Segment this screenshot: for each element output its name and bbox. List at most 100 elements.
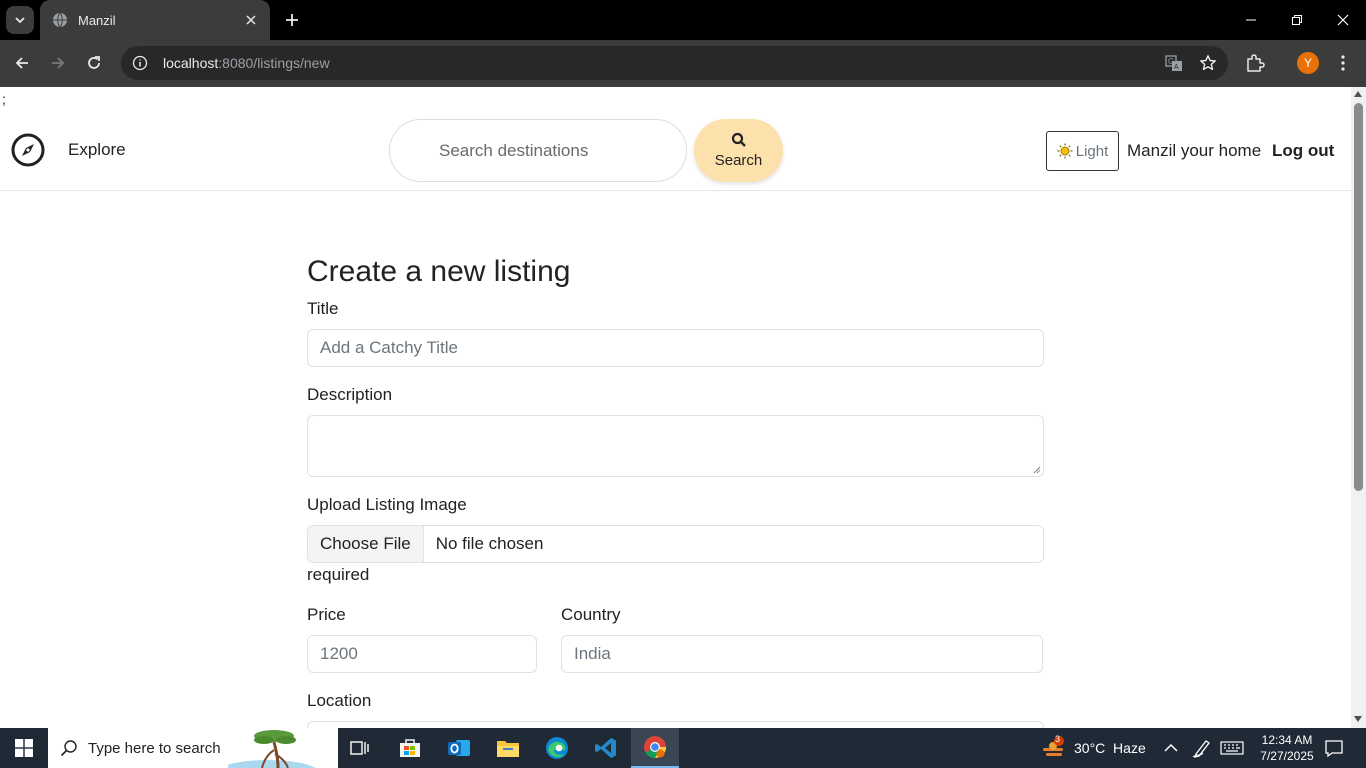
search-icon [731, 132, 746, 147]
site-navbar: Explore Search destinations Search Light… [0, 104, 1351, 191]
title-label: Title [307, 299, 339, 318]
new-tab-button[interactable] [280, 8, 304, 32]
windows-logo-icon [15, 739, 33, 757]
image-required-note: required [307, 565, 370, 584]
plus-icon [286, 14, 298, 26]
forward-button[interactable] [45, 50, 71, 76]
weather-icon [1043, 736, 1064, 756]
puzzle-icon [1247, 54, 1265, 72]
svg-text:A: A [1174, 64, 1179, 71]
close-icon [246, 15, 256, 25]
translate-icon[interactable]: GA [1164, 53, 1184, 73]
reload-icon [88, 56, 100, 69]
taskbar-search-placeholder: Type here to search [88, 739, 221, 757]
close-window-button[interactable] [1320, 0, 1366, 40]
search-highlight-illustration-icon [228, 730, 316, 768]
browser-tab[interactable]: Manzil [40, 0, 270, 40]
minimize-icon [1246, 19, 1256, 21]
logout-link[interactable]: Log out [1272, 141, 1334, 161]
chevron-up-icon [1164, 743, 1178, 752]
tab-title: Manzil [78, 12, 116, 28]
back-button[interactable] [9, 50, 35, 76]
edge-icon [546, 737, 568, 759]
extensions-button[interactable] [1243, 51, 1267, 75]
browser-toolbar: localhost:8080/listings/new GA Y [0, 40, 1366, 87]
page-title: Create a new listing [307, 255, 571, 288]
explore-link[interactable]: Explore [68, 140, 126, 160]
country-input[interactable]: India [561, 635, 1043, 673]
keyboard-icon [1220, 741, 1244, 755]
resize-grip-icon[interactable] [1033, 466, 1041, 474]
bookmark-star-icon[interactable] [1198, 53, 1218, 73]
notification-icon [1325, 740, 1343, 758]
chrome-icon [644, 736, 666, 758]
country-placeholder: India [574, 644, 611, 663]
file-explorer-app[interactable] [484, 728, 532, 768]
touch-keyboard-button[interactable] [1220, 728, 1244, 768]
country-label: Country [561, 605, 621, 624]
microsoft-store-app[interactable] [386, 728, 434, 768]
location-label: Location [307, 691, 372, 710]
browser-menu-button[interactable] [1333, 51, 1353, 75]
reload-button[interactable] [81, 50, 107, 76]
file-status-text: No file chosen [435, 534, 544, 553]
weather-text: 30°C Haze [1074, 740, 1146, 756]
tab-search-button[interactable] [6, 6, 34, 34]
arrow-right-icon [52, 57, 65, 69]
location-input[interactable] [307, 721, 1044, 728]
folder-icon [497, 741, 519, 757]
task-view-icon [350, 741, 369, 755]
scrollbar-thumb[interactable] [1354, 103, 1363, 491]
notifications-button[interactable] [1324, 728, 1344, 768]
restore-button[interactable] [1274, 0, 1320, 40]
search-input[interactable]: Search destinations [389, 119, 687, 182]
globe-icon [53, 12, 67, 28]
browser-tab-strip: Manzil [0, 0, 1366, 40]
host-home-link[interactable]: Manzil your home [1127, 141, 1261, 161]
chrome-app[interactable] [631, 728, 679, 768]
task-view-button[interactable] [336, 728, 384, 768]
vscode-icon [595, 738, 616, 758]
edge-app[interactable] [533, 728, 581, 768]
windows-taskbar: Type here to search 3 30°C Haze 12:34 AM… [0, 728, 1366, 768]
page-viewport: ; Explore Search destinations Search Lig… [0, 87, 1351, 728]
vscode-app[interactable] [582, 728, 630, 768]
minimize-button[interactable] [1228, 0, 1274, 40]
url-text: localhost:8080/listings/new [163, 55, 330, 71]
weather-badge-count: 3 [1055, 734, 1061, 744]
image-file-input[interactable]: Choose File No file chosen [307, 525, 1044, 563]
clock-date: 7/27/2025 [1260, 749, 1314, 763]
outlook-app[interactable] [435, 728, 483, 768]
start-button[interactable] [0, 728, 48, 768]
chevron-down-icon [15, 17, 25, 24]
pen-button[interactable] [1192, 728, 1212, 768]
weather-widget[interactable]: 3 30°C Haze [1040, 728, 1146, 768]
page-scrollbar[interactable] [1351, 87, 1366, 728]
compass-icon[interactable] [10, 132, 46, 168]
choose-file-button[interactable]: Choose File [308, 526, 424, 562]
scroll-down-icon[interactable] [1354, 716, 1362, 722]
taskbar-search-box[interactable]: Type here to search [48, 728, 338, 768]
system-clock[interactable]: 12:34 AM 7/27/2025 [1252, 732, 1322, 764]
title-input[interactable]: Add a Catchy Title [307, 329, 1044, 367]
close-icon [1337, 14, 1349, 26]
kebab-menu-icon [1341, 55, 1345, 71]
outlook-icon [448, 740, 470, 756]
description-textarea[interactable] [307, 415, 1044, 477]
price-label: Price [307, 605, 346, 624]
show-hidden-icons-button[interactable] [1164, 728, 1178, 768]
tab-close-button[interactable] [242, 11, 260, 29]
scroll-up-icon[interactable] [1354, 91, 1362, 97]
image-upload-label: Upload Listing Image [307, 495, 467, 514]
theme-toggle-button[interactable]: Light [1046, 131, 1119, 171]
site-info-icon[interactable] [131, 54, 149, 72]
price-input[interactable]: 1200 [307, 635, 537, 673]
profile-avatar[interactable]: Y [1297, 52, 1319, 74]
arrow-left-icon [15, 57, 28, 69]
address-bar[interactable]: localhost:8080/listings/new GA [121, 46, 1228, 80]
description-label: Description [307, 385, 393, 404]
pen-icon [1192, 740, 1210, 758]
theme-toggle-label: Light [1075, 142, 1109, 160]
search-button[interactable]: Search [694, 119, 783, 182]
store-icon [400, 739, 420, 757]
